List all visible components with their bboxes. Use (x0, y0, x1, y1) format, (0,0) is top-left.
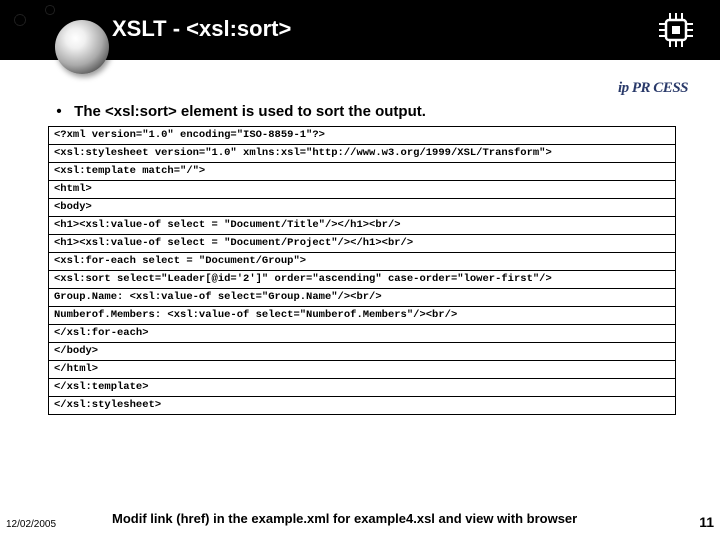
bullet-icon: • (48, 103, 70, 120)
code-line: <xsl:stylesheet version="1.0" xmlns:xsl=… (49, 145, 675, 163)
code-listing: <?xml version="1.0" encoding="ISO-8859-1… (48, 126, 676, 415)
code-line: </html> (49, 361, 675, 379)
code-line: Group.Name: <xsl:value-of select="Group.… (49, 289, 675, 307)
footer-instruction: Modif link (href) in the example.xml for… (112, 511, 652, 526)
code-line: </xsl:template> (49, 379, 675, 397)
code-line: </body> (49, 343, 675, 361)
code-line: </xsl:for-each> (49, 325, 675, 343)
footer-date: 12/02/2005 (6, 519, 56, 530)
brand-logo-row: ip PR CESS (48, 80, 688, 97)
code-line: <html> (49, 181, 675, 199)
bullet-point: • The <xsl:sort> element is used to sort… (48, 103, 688, 120)
decorative-sphere (55, 20, 109, 74)
page-number: 11 (699, 514, 714, 530)
code-line: <body> (49, 199, 675, 217)
code-line: <?xml version="1.0" encoding="ISO-8859-1… (49, 127, 675, 145)
code-line: Numberof.Members: <xsl:value-of select="… (49, 307, 675, 325)
code-line: <xsl:for-each select = "Document/Group"> (49, 253, 675, 271)
code-line: <xsl:template match="/"> (49, 163, 675, 181)
slide-title: XSLT - <xsl:sort> (112, 16, 291, 42)
code-line: <h1><xsl:value-of select = "Document/Pro… (49, 235, 675, 253)
code-line: <h1><xsl:value-of select = "Document/Tit… (49, 217, 675, 235)
chip-icon (652, 6, 700, 54)
slide-content: ip PR CESS • The <xsl:sort> element is u… (48, 80, 688, 415)
bullet-text: The <xsl:sort> element is used to sort t… (74, 103, 426, 120)
code-line: <xsl:sort select="Leader[@id='2']" order… (49, 271, 675, 289)
brand-logo: ip PR CESS (618, 80, 688, 97)
code-line: </xsl:stylesheet> (49, 397, 675, 414)
